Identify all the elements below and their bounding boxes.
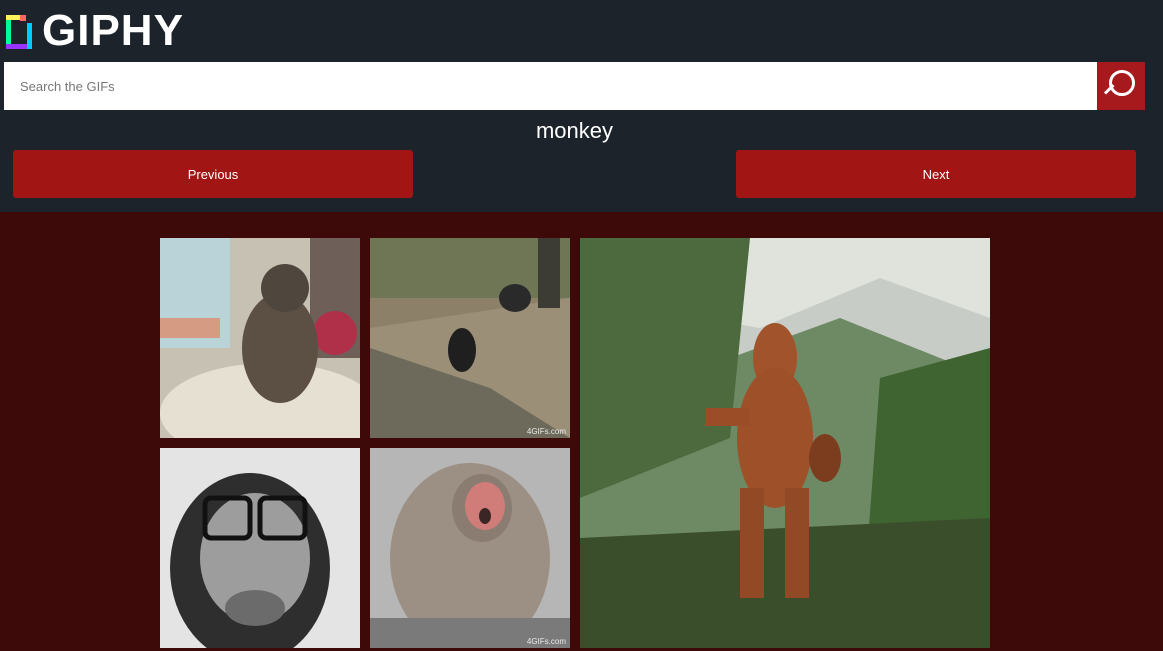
next-button[interactable]: Next [736,150,1136,198]
gif-monkey-bath[interactable] [160,238,360,438]
gif-monkey-glasses[interactable] [160,448,360,648]
brand-name: GIPHY [42,6,184,55]
search-button[interactable] [1097,62,1145,110]
gif-watermark: 4GIFs.com [526,637,566,646]
search-term: monkey [535,118,614,143]
gif-monkeys-river[interactable]: 4GIFs.com [370,238,570,438]
giphy-logo[interactable]: GIPHY [4,9,184,53]
gif-snow-monkey[interactable]: 4GIFs.com [370,448,570,648]
search-bar [4,62,1145,110]
giphy-logo-icon [6,15,32,49]
previous-button[interactable]: Previous [13,150,413,198]
header: GIPHY monkey Previous Next [0,0,1163,212]
gif-results-grid: 4GIFs.com 4GIFs.com [0,212,1163,651]
gif-dancing-orangutan[interactable] [580,238,990,648]
search-input[interactable] [4,62,1097,110]
gif-watermark: 4GIFs.com [526,427,566,436]
